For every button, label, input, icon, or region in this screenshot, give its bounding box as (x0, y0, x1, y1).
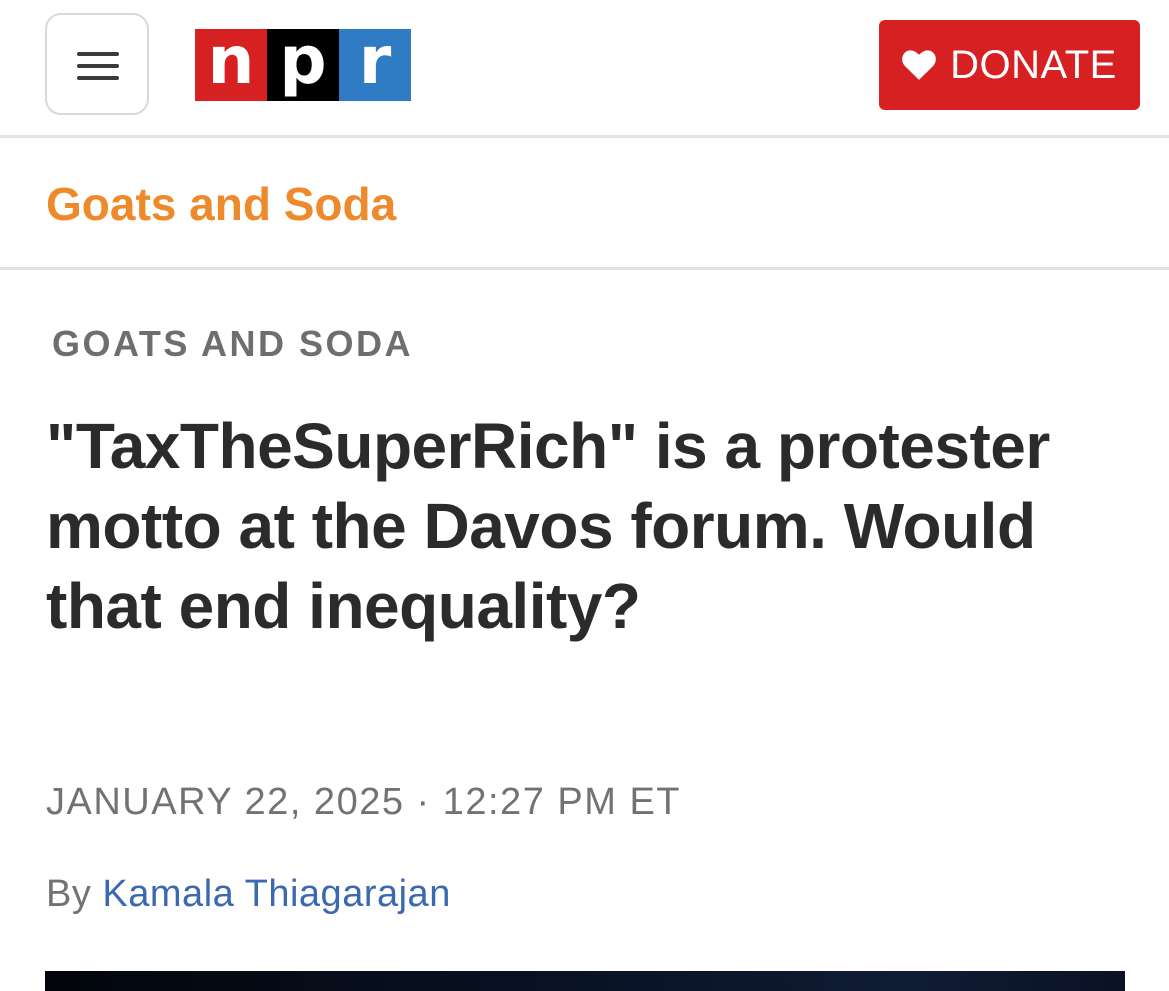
site-header: n p r DONATE (0, 0, 1169, 138)
menu-button[interactable] (45, 13, 149, 115)
heart-icon (902, 50, 936, 80)
logo-letter-n: n (195, 28, 267, 101)
hamburger-menu-icon (77, 52, 119, 80)
hero-image (45, 971, 1125, 991)
article-dateline: JANUARY 22, 2025 · 12:27 PM ET (46, 781, 682, 823)
article-slug[interactable]: GOATS AND SODA (52, 322, 413, 366)
donate-label: DONATE (950, 42, 1117, 87)
npr-article-page: n p r DONATE Goats and Soda GOATS AND SO… (0, 0, 1169, 991)
npr-logo[interactable]: n p r (195, 28, 411, 101)
donate-button[interactable]: DONATE (879, 20, 1140, 110)
logo-letter-r: r (339, 28, 411, 101)
article-byline: By Kamala Thiagarajan (46, 870, 451, 918)
section-link[interactable]: Goats and Soda (46, 176, 396, 232)
article-headline: "TaxTheSuperRich" is a protester motto a… (46, 410, 1050, 642)
byline-prefix: By (46, 873, 92, 915)
author-link[interactable]: Kamala Thiagarajan (102, 873, 450, 915)
logo-letter-p: p (267, 28, 339, 101)
